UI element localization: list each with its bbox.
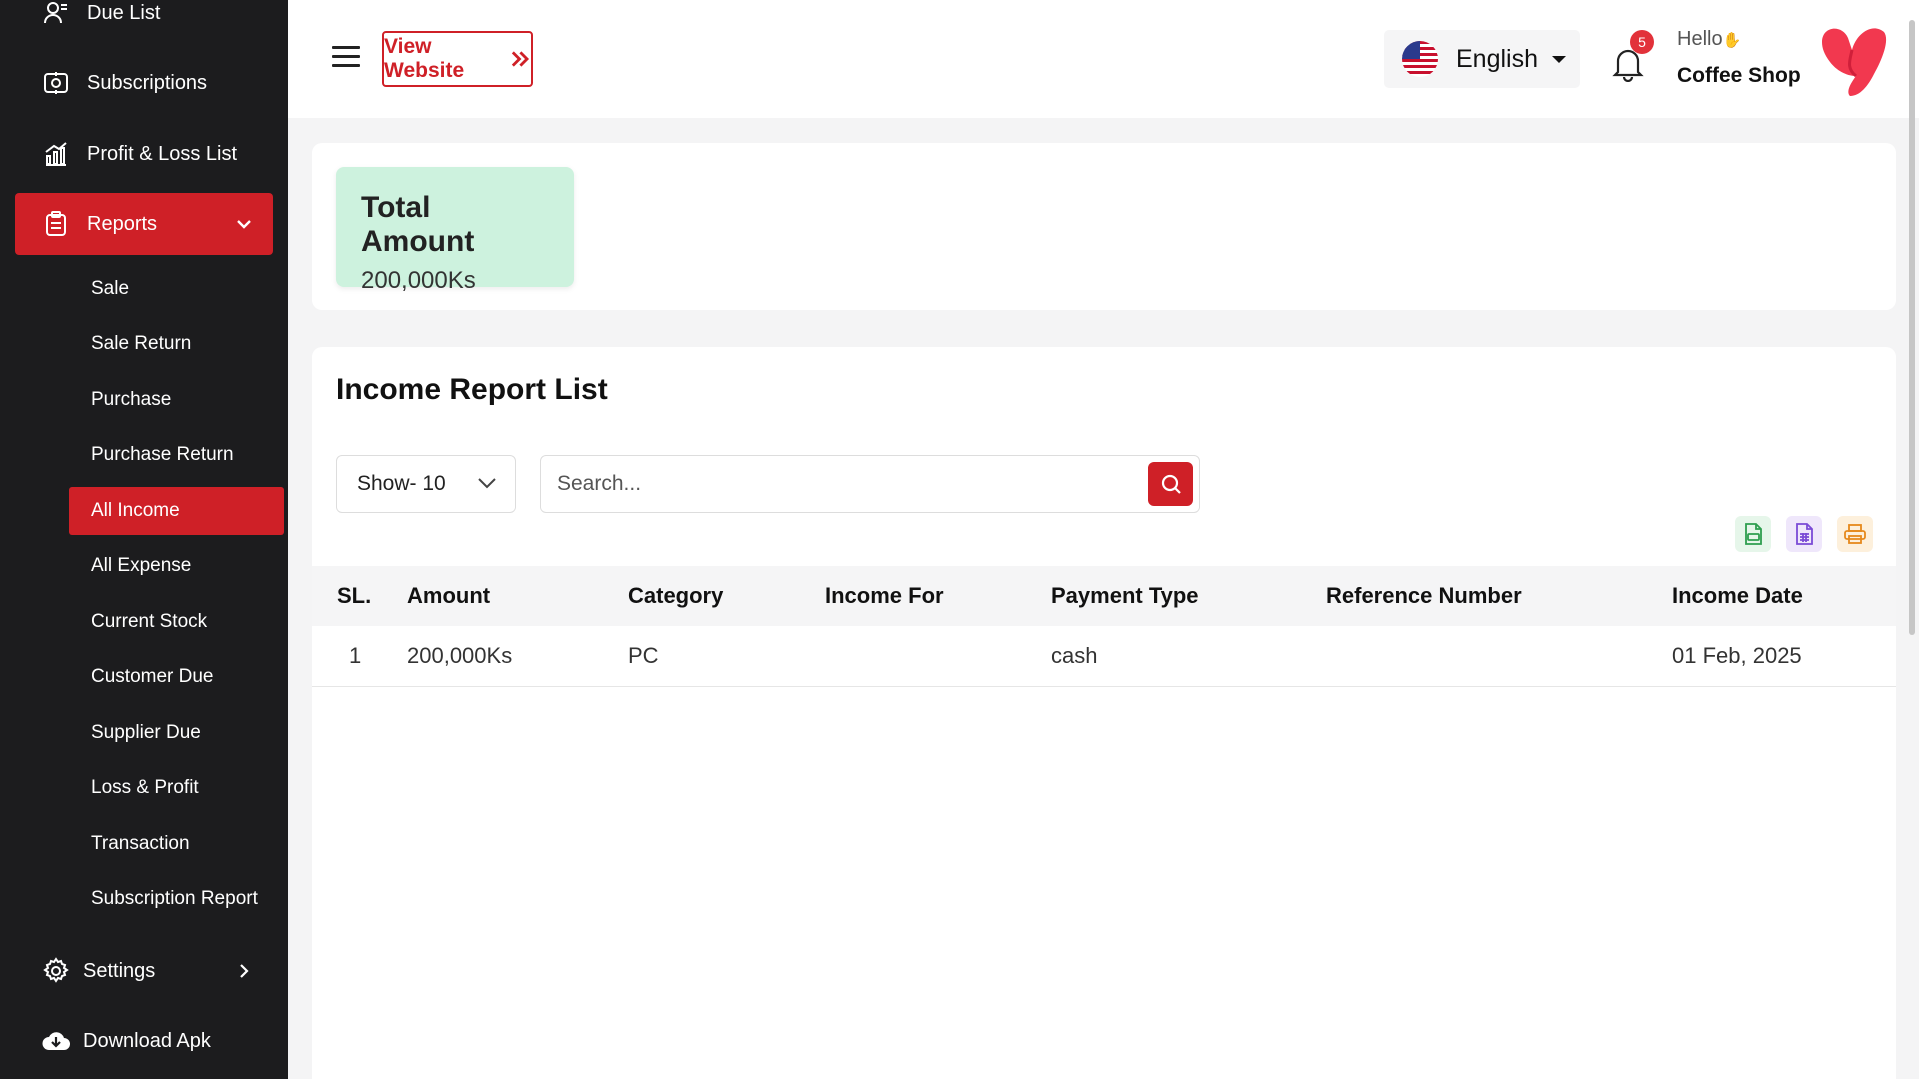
submenu-item-loss-profit[interactable]: Loss & Profit — [69, 764, 284, 812]
top-header: View Website English 5 Hello✋ Coffee Sho… — [288, 0, 1919, 118]
total-amount-value: 200,000Ks — [361, 267, 476, 294]
total-amount-card: Total Amount 200,000Ks — [336, 167, 574, 294]
submenu-item-transaction[interactable]: Transaction — [69, 820, 284, 868]
export-csv-button[interactable] — [1735, 516, 1771, 552]
cell-sl: 1 — [349, 643, 362, 668]
sidebar-item-label: Profit & Loss List — [87, 142, 238, 165]
search-box — [540, 455, 1200, 513]
wave-hand-icon: ✋ — [1722, 32, 1742, 49]
sidebar-item-profit-loss-list[interactable]: Profit & Loss List — [15, 123, 273, 185]
total-amount-title: Total Amount — [361, 191, 475, 258]
search-button[interactable] — [1148, 462, 1193, 506]
submenu-item-customer-due[interactable]: Customer Due — [69, 653, 284, 701]
cell-category: PC — [628, 643, 659, 668]
sidebar-item-label: Reports — [87, 212, 158, 235]
submenu-item-sale-return[interactable]: Sale Return — [69, 320, 284, 368]
sidebar-item-due-list[interactable]: Due List — [15, 0, 273, 44]
cloud-download-icon — [41, 1026, 71, 1056]
sidebar-item-settings[interactable]: Settings — [15, 940, 273, 1002]
sidebar-item-subscriptions[interactable]: Subscriptions — [15, 52, 273, 114]
search-icon — [1161, 474, 1181, 494]
sidebar-item-label: Settings — [83, 959, 156, 982]
submenu-item-current-stock[interactable]: Current Stock — [69, 598, 284, 646]
page-scrollbar[interactable] — [1909, 20, 1915, 635]
column-header-amount: Amount — [407, 583, 491, 608]
table-row: 1 200,000Ks PC cash 01 Feb, 2025 — [312, 626, 1896, 687]
language-selector[interactable]: English — [1384, 30, 1580, 88]
column-header-payment-type: Payment Type — [1051, 583, 1199, 608]
chevron-right-icon — [240, 964, 249, 978]
hamburger-menu-icon[interactable] — [332, 46, 360, 68]
column-header-reference-number: Reference Number — [1326, 583, 1522, 608]
double-chevron-right-icon — [512, 51, 530, 67]
printer-icon — [1844, 524, 1866, 544]
sidebar-item-label: Subscriptions — [87, 71, 208, 94]
submenu-item-sale[interactable]: Sale — [69, 265, 284, 313]
show-entries-label: Show- 10 — [357, 472, 446, 495]
chevron-down-icon — [237, 220, 251, 229]
cell-income-date: 01 Feb, 2025 — [1672, 643, 1802, 668]
print-button[interactable] — [1837, 516, 1873, 552]
cell-amount: 200,000Ks — [407, 643, 513, 668]
sidebar-item-reports[interactable]: Reports — [15, 193, 273, 255]
submenu-item-purchase[interactable]: Purchase — [69, 376, 284, 424]
sidebar: Due List Subscriptions Profit & Loss Lis… — [0, 0, 288, 1079]
user-list-icon — [41, 0, 71, 28]
spreadsheet-file-icon — [1796, 523, 1813, 545]
shop-name: Coffee Shop — [1677, 64, 1801, 87]
column-header-category: Category — [628, 583, 724, 608]
csv-file-icon — [1745, 523, 1762, 545]
search-input[interactable] — [557, 456, 1117, 512]
view-website-label: View Website — [384, 35, 465, 82]
submenu-item-subscription-report[interactable]: Subscription Report — [69, 875, 284, 923]
sidebar-item-label: Download Apk — [83, 1029, 211, 1052]
page-title: Income Report List — [336, 373, 608, 406]
caret-down-icon — [1552, 55, 1566, 63]
submenu-item-all-expense[interactable]: All Expense — [69, 542, 284, 590]
sidebar-item-download-apk[interactable]: Download Apk — [15, 1010, 273, 1072]
column-header-sl: SL. — [337, 583, 372, 608]
submenu-item-supplier-due[interactable]: Supplier Due — [69, 709, 284, 757]
language-label: English — [1456, 44, 1538, 73]
bar-chart-icon — [41, 139, 71, 169]
cell-payment-type: cash — [1051, 643, 1098, 668]
column-header-income-date: Income Date — [1672, 583, 1803, 608]
sidebar-item-label: Due List — [87, 1, 161, 24]
submenu-item-all-income[interactable]: All Income — [69, 487, 284, 535]
chevron-down-icon — [478, 478, 496, 489]
clipboard-icon — [41, 209, 71, 239]
us-flag-icon — [1402, 41, 1438, 77]
submenu-item-purchase-return[interactable]: Purchase Return — [69, 431, 284, 479]
column-header-income-for: Income For — [825, 583, 944, 608]
notification-badge: 5 — [1630, 30, 1654, 54]
gear-icon — [41, 956, 71, 986]
view-website-button[interactable]: View Website — [382, 31, 533, 87]
brand-logo[interactable] — [1816, 20, 1890, 100]
greeting-text: Hello✋ — [1677, 28, 1742, 50]
subscription-icon — [41, 68, 71, 98]
show-entries-select[interactable]: Show- 10 — [336, 455, 516, 513]
table-header-row: SL. Amount Category Income For Payment T… — [312, 566, 1896, 626]
export-excel-button[interactable] — [1786, 516, 1822, 552]
